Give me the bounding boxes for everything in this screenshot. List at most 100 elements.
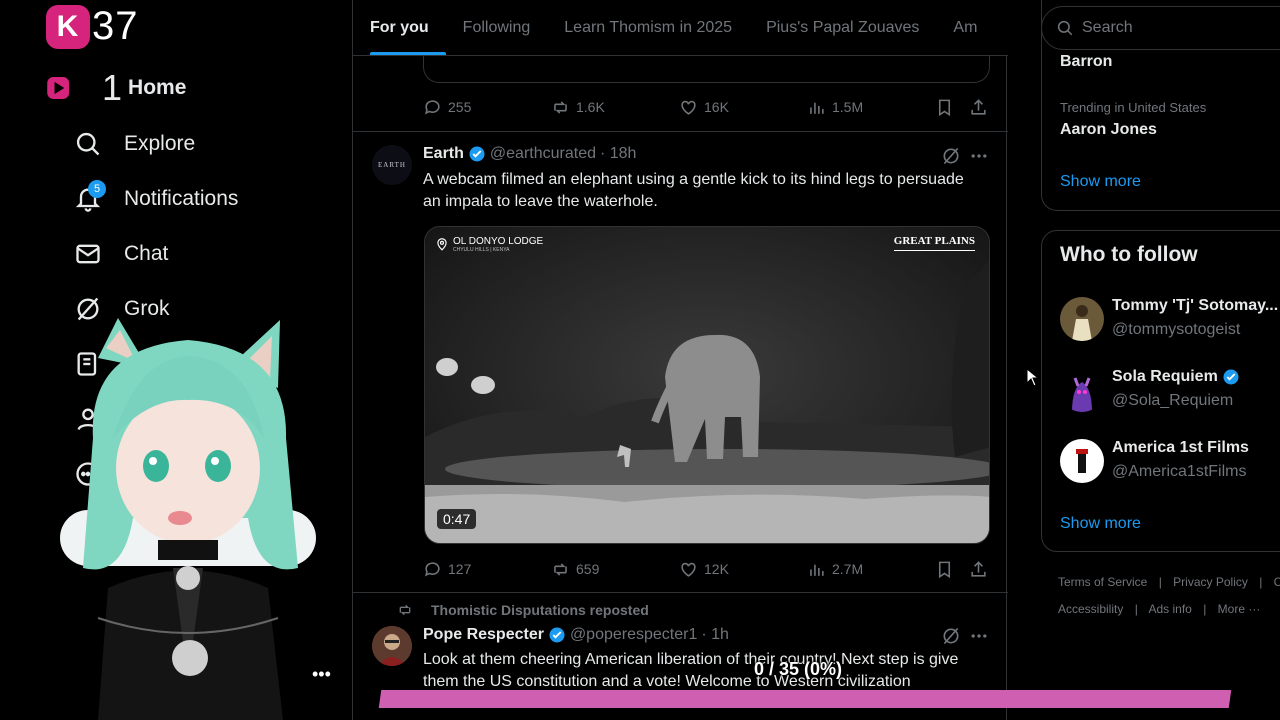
reply-icon	[424, 99, 440, 115]
more-icon[interactable]	[969, 146, 989, 166]
footer-terms[interactable]: Terms of Service	[1058, 575, 1147, 589]
follow-suggestion[interactable]: Sola Requiem @Sola_Requiem	[1060, 368, 1280, 418]
avatar-pope-respecter[interactable]	[372, 626, 412, 666]
footer-row-1: Terms of Service | Privacy Policy | C	[1058, 575, 1280, 589]
reply-button[interactable]: 255	[423, 98, 551, 117]
footer-sep: |	[1158, 575, 1162, 589]
location-name: OL DONYO LODGE	[453, 235, 544, 247]
divider	[353, 131, 1008, 132]
nav-explore[interactable]: Explore	[74, 124, 195, 164]
app-root: K 37 1 Home Explore Notifications 5 Chat…	[0, 0, 1280, 720]
views-count: 1.5M	[832, 99, 864, 115]
nav-notifications-label: Notifications	[124, 187, 239, 210]
follow-handle: @tommysotogeist	[1112, 321, 1241, 338]
more-dots-icon: •••	[312, 664, 331, 684]
tweet2-actions: 127 659 12K 2.7M	[423, 558, 993, 580]
reply-button[interactable]: 127	[423, 560, 551, 579]
mouse-cursor-icon	[1026, 368, 1040, 387]
follow-suggestion[interactable]: America 1st Films @America1stFilms	[1060, 439, 1280, 489]
share-icon[interactable]	[969, 98, 988, 117]
nav-chat[interactable]: Chat	[74, 234, 168, 274]
follow-name: Tommy 'Tj' Sotomay...	[1112, 297, 1279, 314]
footer-ads[interactable]: Ads info	[1149, 602, 1192, 616]
nav-explore-label: Explore	[124, 132, 196, 155]
tweet-text: Look at them cheering American liberatio…	[423, 651, 959, 690]
nav-home-label: Home	[128, 76, 187, 99]
previous-tweet-card[interactable]	[423, 56, 990, 83]
timeline: For you Following Learn Thomism in 2025 …	[352, 0, 1008, 720]
views-button[interactable]: 2.7M	[807, 560, 935, 579]
tweet2-header: Earth @earthcurated · 18h	[423, 145, 636, 163]
like-count: 16K	[704, 99, 729, 115]
author-handle[interactable]: @earthcurated	[490, 145, 596, 163]
tab-papal-zouaves[interactable]: Pius's Papal Zouaves	[749, 0, 936, 55]
location-sub: CHYULU HILLS | KENYA	[453, 246, 510, 253]
tweet-text: A webcam filmed an elephant using a gent…	[423, 171, 964, 210]
repost-label[interactable]: Thomistic Disputations reposted	[431, 602, 649, 618]
more-icon[interactable]	[969, 626, 989, 646]
like-button[interactable]: 16K	[679, 98, 807, 117]
views-button[interactable]: 1.5M	[807, 98, 935, 117]
trends-panel: Barron Trending in United States Aaron J…	[1041, 0, 1280, 211]
tab-following[interactable]: Following	[446, 0, 548, 55]
nav-chat-label: Chat	[124, 242, 169, 265]
trends-show-more[interactable]: Show more	[1060, 173, 1141, 191]
repost-count: 1.6K	[576, 99, 605, 115]
trend-label: Trending in United States	[1060, 100, 1207, 115]
avatar-image	[372, 626, 412, 666]
heart-icon	[681, 100, 696, 115]
footer-more[interactable]: More ···	[1218, 602, 1261, 616]
avatar-earth[interactable]: EARTH	[372, 145, 412, 185]
footer-cookie[interactable]: C	[1274, 575, 1280, 589]
bookmark-icon[interactable]	[935, 560, 954, 579]
follow-show-more[interactable]: Show more	[1060, 515, 1141, 533]
brand-play-logo	[46, 74, 96, 102]
grok-icon[interactable]	[941, 626, 961, 646]
brand-k-logo: K	[46, 4, 90, 49]
repost-button[interactable]: 1.6K	[551, 98, 679, 117]
who-to-follow-panel: Who to follow Tommy 'Tj' Sotomay... @tom…	[1041, 230, 1280, 552]
tab-learn-thomism[interactable]: Learn Thomism in 2025	[547, 0, 749, 55]
stream-progress-bar	[378, 690, 1232, 708]
who-to-follow-title: Who to follow	[1060, 243, 1198, 266]
tab-for-you[interactable]: For you	[353, 0, 446, 55]
great-plains-watermark: GREAT PLAINS	[893, 235, 975, 251]
repost-button[interactable]: 659	[551, 560, 679, 579]
tab-am[interactable]: Am	[936, 0, 994, 55]
footer-sep: |	[1134, 602, 1138, 616]
reply-count: 255	[448, 99, 472, 115]
follow-name: America 1st Films	[1112, 439, 1249, 456]
trend-item[interactable]: Aaron Jones	[1060, 121, 1157, 139]
views-count: 2.7M	[832, 561, 864, 577]
share-icon[interactable]	[969, 560, 988, 579]
follow-suggestion[interactable]: Tommy 'Tj' Sotomay... @tommysotogeist	[1060, 297, 1280, 347]
footer-accessibility[interactable]: Accessibility	[1058, 602, 1123, 616]
repost-count: 659	[576, 561, 600, 577]
like-count: 12K	[704, 561, 729, 577]
author-name[interactable]: Pope Respecter	[423, 626, 544, 644]
bookmark-icon[interactable]	[935, 98, 954, 117]
video-location-overlay: OL DONYO LODGE CHYULU HILLS | KENYA	[435, 235, 543, 253]
tweet-time[interactable]: · 18h	[600, 145, 636, 163]
grok-icon[interactable]	[941, 146, 961, 166]
verified-icon	[549, 627, 565, 643]
follow-name-row: Sola Requiem	[1112, 368, 1240, 386]
footer-privacy[interactable]: Privacy Policy	[1173, 575, 1248, 589]
like-button[interactable]: 12K	[679, 560, 807, 579]
footer-sep: |	[1259, 575, 1263, 589]
brand-text: 37	[92, 4, 139, 48]
tweet1-actions: 255 1.6K 16K 1.5M	[423, 96, 993, 118]
trend-item[interactable]: Barron	[1060, 53, 1112, 71]
tweet-video[interactable]: OL DONYO LODGE CHYULU HILLS | KENYA GREAT…	[424, 226, 990, 544]
nav-home[interactable]: 1 Home	[47, 67, 187, 108]
right-sidebar: Search Barron Trending in United States …	[1007, 0, 1280, 720]
reply-icon	[424, 561, 440, 577]
repost-icon	[554, 100, 567, 114]
video-thumbnail	[425, 227, 989, 543]
stream-brand: K 37	[46, 4, 139, 49]
author-name[interactable]: Earth	[423, 145, 464, 163]
repost-icon	[399, 604, 411, 616]
repost-indicator: Thomistic Disputations reposted	[397, 602, 649, 618]
tweet-time[interactable]: · 1h	[701, 626, 729, 644]
author-handle[interactable]: @poperespecter1	[570, 626, 697, 644]
